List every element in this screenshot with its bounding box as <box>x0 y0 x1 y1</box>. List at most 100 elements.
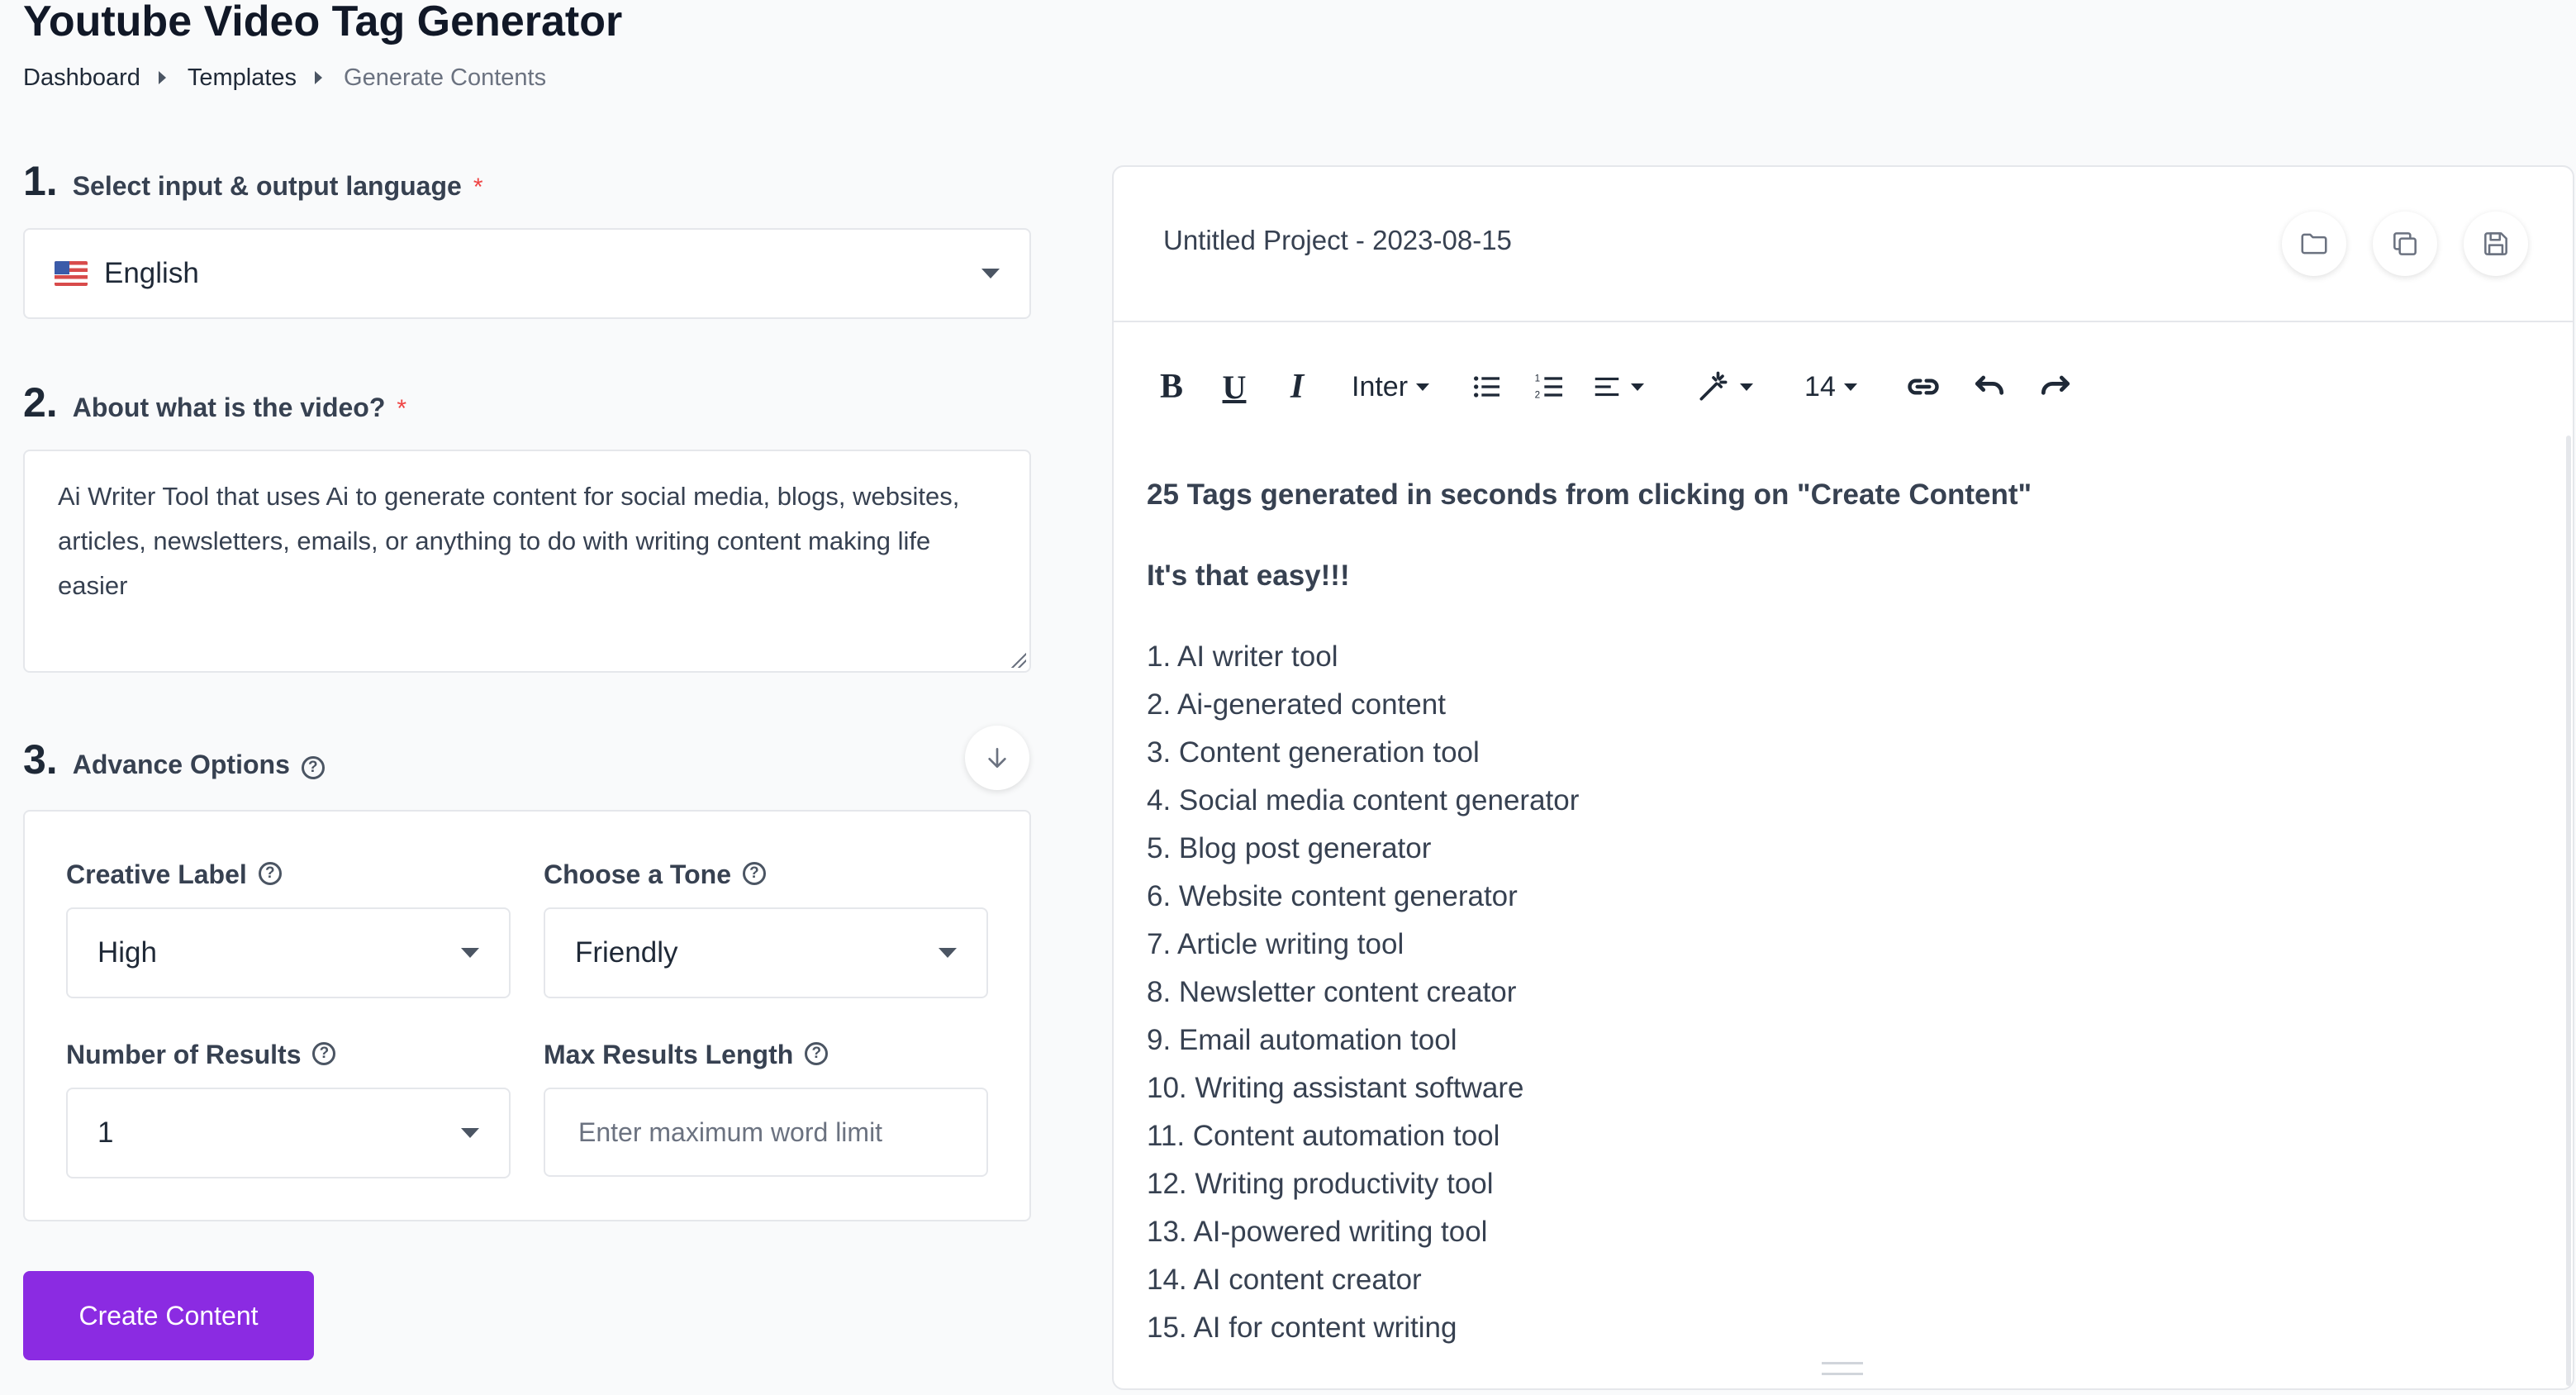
list-item: 2. Ai-generated content <box>1147 688 1446 721</box>
copy-icon <box>2393 232 2417 255</box>
field-label-text: Creative Label <box>66 859 247 889</box>
list-item: 5. Blog post generator <box>1147 832 1432 864</box>
editor-content[interactable]: 25 Tags generated in seconds from clicki… <box>1147 471 2523 1352</box>
editor-panel: Untitled Project - 2023-08-15 B U I Inte… <box>1112 165 2574 1390</box>
language-value: English <box>104 257 199 289</box>
max-length-placeholder: Enter maximum word limit <box>578 1116 883 1147</box>
list-item: 8. Newsletter content creator <box>1147 976 1517 1008</box>
font-select[interactable]: Inter <box>1352 370 1430 403</box>
font-size-value: 14 <box>1804 370 1836 402</box>
open-folder-button[interactable] <box>2282 212 2346 276</box>
help-icon[interactable]: ? <box>312 1041 336 1065</box>
list-item: 6. Website content generator <box>1147 880 1518 912</box>
font-value: Inter <box>1352 370 1409 402</box>
max-length-label: Max Results Length ? <box>544 1040 829 1070</box>
numbered-list-icon[interactable]: 12 <box>1525 370 1575 403</box>
svg-text:1: 1 <box>1535 373 1540 383</box>
list-item: 13. AI-powered writing tool <box>1147 1216 1488 1248</box>
page-title: Youtube Video Tag Generator <box>23 0 623 45</box>
list-item: 12. Writing productivity tool <box>1147 1168 1494 1200</box>
link-icon[interactable] <box>1899 369 1948 405</box>
chevron-down-icon <box>1416 383 1430 391</box>
expand-options-button[interactable] <box>965 726 1029 790</box>
content-subheading: It's that easy!!! <box>1147 559 1350 592</box>
help-icon[interactable]: ? <box>258 861 282 885</box>
font-size-select[interactable]: 14 <box>1804 371 1857 403</box>
list-item: 1. AI writer tool <box>1147 640 1338 673</box>
bullet-list-icon[interactable] <box>1462 370 1512 403</box>
step-3-heading: 3. Advance Options ? <box>23 736 325 783</box>
creative-label-select[interactable]: High <box>66 907 511 998</box>
us-flag-icon <box>55 261 88 286</box>
creative-label-label: Creative Label ? <box>66 859 282 890</box>
chevron-down-icon <box>461 1128 479 1138</box>
step-label: Advance Options <box>72 750 290 779</box>
create-content-button[interactable]: Create Content <box>23 1271 314 1360</box>
max-length-input[interactable]: Enter maximum word limit <box>544 1088 988 1177</box>
list-item: 15. AI for content writing <box>1147 1312 1457 1344</box>
step-1-heading: 1. Select input & output language * <box>23 157 483 205</box>
svg-text:2: 2 <box>1535 389 1540 400</box>
chevron-down-icon <box>1631 383 1645 391</box>
num-results-select[interactable]: 1 <box>66 1088 511 1178</box>
align-icon[interactable] <box>1591 371 1645 402</box>
field-label-text: Max Results Length <box>544 1040 794 1069</box>
chevron-down-icon <box>939 948 957 958</box>
step-label: About what is the video? <box>72 393 386 422</box>
chevron-down-icon <box>461 948 479 958</box>
breadcrumb-current: Generate Contents <box>344 64 547 91</box>
project-title[interactable]: Untitled Project - 2023-08-15 <box>1163 225 1512 256</box>
field-label-text: Number of Results <box>66 1040 302 1069</box>
italic-icon[interactable]: I <box>1272 367 1322 407</box>
breadcrumb-dashboard[interactable]: Dashboard <box>23 64 140 92</box>
tone-label: Choose a Tone ? <box>544 859 766 890</box>
step-number: 2. <box>23 379 58 426</box>
chevron-down-icon <box>1843 383 1857 391</box>
resize-drag-handle[interactable] <box>1822 1362 1863 1375</box>
editor-toolbar: B U I Inter 12 14 <box>1147 362 2080 412</box>
num-results-value: 1 <box>97 1116 114 1149</box>
save-icon <box>2484 232 2507 255</box>
list-item: 14. AI content creator <box>1147 1264 1422 1296</box>
list-item: 3. Content generation tool <box>1147 736 1480 769</box>
video-description-textarea[interactable]: Ai Writer Tool that uses Ai to generate … <box>23 450 1031 673</box>
undo-icon[interactable] <box>1965 369 2014 405</box>
list-item: 4. Social media content generator <box>1147 784 1580 817</box>
list-item: 9. Email automation tool <box>1147 1024 1457 1056</box>
bold-icon[interactable]: B <box>1147 367 1196 407</box>
help-icon[interactable]: ? <box>805 1041 829 1065</box>
copy-button[interactable] <box>2373 212 2437 276</box>
tag-list: 1. AI writer tool 2. Ai-generated conten… <box>1147 633 2523 1352</box>
redo-icon[interactable] <box>2031 369 2080 405</box>
tone-select[interactable]: Friendly <box>544 907 988 998</box>
chevron-down-icon <box>1740 383 1754 391</box>
list-item: 7. Article writing tool <box>1147 928 1404 960</box>
required-marker: * <box>397 395 407 422</box>
folder-icon <box>2301 233 2327 255</box>
underline-icon[interactable]: U <box>1210 368 1259 407</box>
required-marker: * <box>473 174 483 201</box>
content-heading: 25 Tags generated in seconds from clicki… <box>1147 478 2032 511</box>
tone-value: Friendly <box>575 936 678 969</box>
magic-wand-icon[interactable] <box>1695 369 1754 405</box>
breadcrumb: Dashboard Templates Generate Contents <box>23 61 546 94</box>
chevron-right-icon <box>315 71 323 84</box>
editor-header: Untitled Project - 2023-08-15 <box>1114 167 2573 322</box>
help-icon[interactable]: ? <box>742 861 766 885</box>
chevron-down-icon <box>981 269 1000 279</box>
step-number: 1. <box>23 158 58 204</box>
step-number: 3. <box>23 736 58 783</box>
editor-scrollbar[interactable] <box>2566 436 2571 1386</box>
step-2-heading: 2. About what is the video? * <box>23 379 406 426</box>
breadcrumb-templates[interactable]: Templates <box>188 64 297 92</box>
language-select[interactable]: English <box>23 228 1031 319</box>
save-button[interactable] <box>2464 212 2528 276</box>
num-results-label: Number of Results ? <box>66 1040 336 1070</box>
help-icon[interactable]: ? <box>301 756 325 779</box>
resize-handle-icon[interactable] <box>1010 651 1026 668</box>
step-label: Select input & output language <box>72 171 462 201</box>
textarea-value: Ai Writer Tool that uses Ai to generate … <box>58 482 960 600</box>
creative-label-value: High <box>97 936 157 969</box>
list-item: 11. Content automation tool <box>1147 1120 1500 1152</box>
arrow-down-icon <box>988 748 1006 768</box>
